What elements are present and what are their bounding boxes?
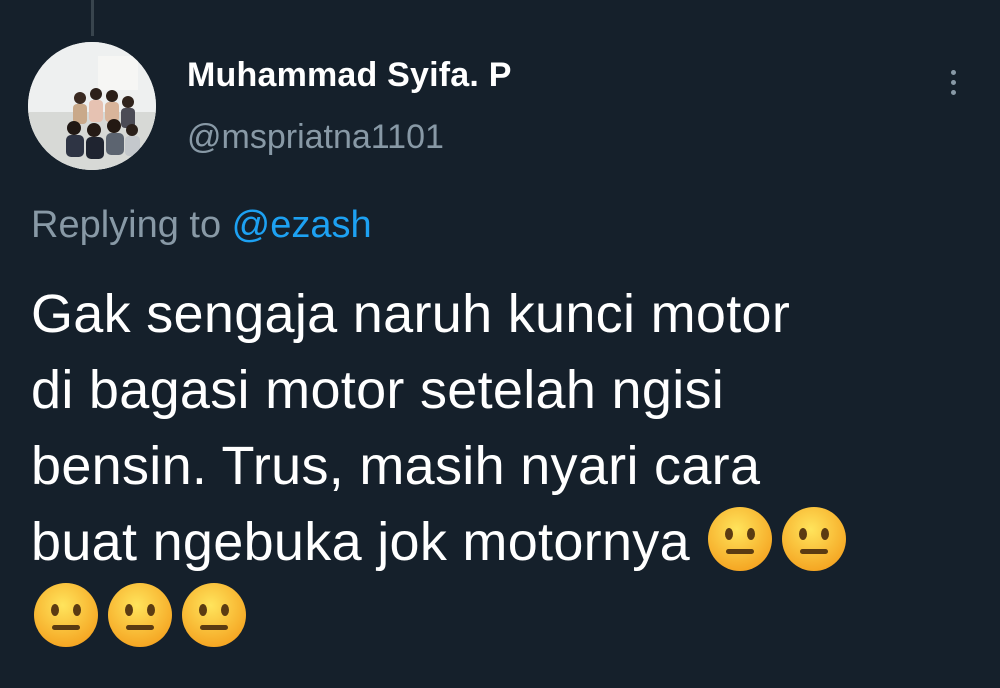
more-options-button[interactable] [938, 62, 968, 102]
reply-mention-link[interactable]: @ezash [232, 204, 372, 246]
more-vertical-icon [950, 69, 956, 75]
author-handle[interactable]: @mspriatna1101 [187, 118, 444, 157]
thread-connector-line [91, 0, 94, 36]
neutral-face-emoji-icon [705, 504, 775, 574]
replying-to-line: Replying to @ezash [31, 204, 372, 247]
tweet-emoji-line [31, 580, 971, 656]
neutral-face-emoji-icon [105, 580, 175, 650]
replying-to-label: Replying to [31, 204, 232, 246]
more-vertical-icon-dot [950, 79, 956, 85]
tweet-line-with-emoji: buat ngebuka jok motornya [31, 504, 971, 580]
author-display-name[interactable]: Muhammad Syifa. P [187, 56, 512, 95]
neutral-face-emoji-icon [779, 504, 849, 574]
group-photo-avatar-icon [28, 42, 156, 170]
tweet-line: Gak sengaja naruh kunci motor [31, 284, 791, 344]
tweet-line: di bagasi motor setelah ngisi [31, 360, 725, 420]
avatar[interactable] [28, 42, 156, 170]
neutral-face-emoji-icon [31, 580, 101, 650]
tweet-line: buat ngebuka jok motornya [31, 512, 706, 572]
neutral-face-emoji-icon [179, 580, 249, 650]
more-vertical-icon-dot [950, 89, 956, 95]
tweet-line: bensin. Trus, masih nyari cara [31, 436, 761, 496]
tweet-text: Gak sengaja naruh kunci motor di bagasi … [31, 276, 971, 656]
